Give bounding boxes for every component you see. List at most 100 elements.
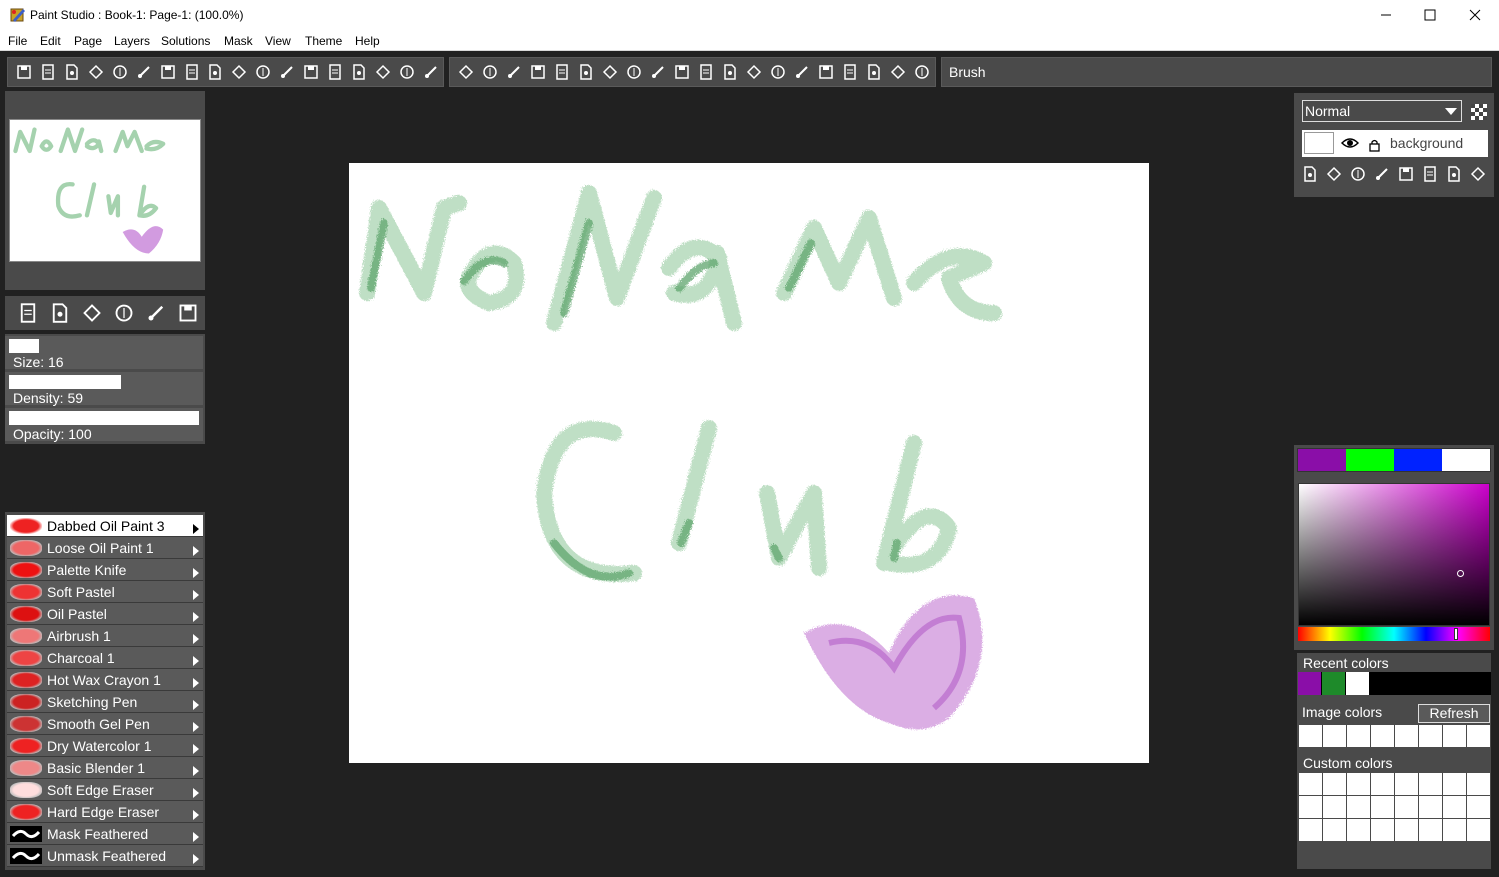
size-slider[interactable]: Size: 16 [5, 336, 203, 370]
rotate-icon[interactable] [910, 60, 934, 84]
navigator-preview[interactable] [9, 119, 201, 262]
magic-wand-icon[interactable] [790, 60, 814, 84]
custom-color-cell[interactable] [1443, 819, 1466, 841]
brush-item[interactable]: Dry Watercolor 1 [7, 735, 203, 757]
move-icon[interactable] [526, 60, 550, 84]
custom-color-cell[interactable] [1395, 773, 1418, 795]
add-layer-icon[interactable] [1298, 162, 1322, 186]
menu-view[interactable]: View [265, 34, 291, 48]
symmetry-icon[interactable] [718, 60, 742, 84]
pattern-icon[interactable] [694, 60, 718, 84]
image-color-cell[interactable] [1323, 725, 1346, 747]
duplicate-layer-icon[interactable] [1346, 162, 1370, 186]
custom-color-cell[interactable] [1419, 773, 1442, 795]
menu-page[interactable]: Page [74, 34, 102, 48]
canvas-size-icon[interactable] [108, 301, 140, 325]
brush-item[interactable]: Hard Edge Eraser [7, 801, 203, 823]
smudge-icon[interactable] [814, 60, 838, 84]
submenu-arrow-icon[interactable] [193, 677, 199, 688]
menu-mask[interactable]: Mask [224, 34, 253, 48]
zoom-in-icon[interactable] [371, 60, 395, 84]
close-button[interactable] [1452, 0, 1498, 30]
import-icon[interactable] [108, 60, 132, 84]
menu-solutions[interactable]: Solutions [161, 34, 210, 48]
color-swatch[interactable] [1442, 449, 1490, 471]
color-swatch[interactable] [1394, 449, 1442, 471]
custom-color-cell[interactable] [1371, 819, 1394, 841]
recent-color-swatch[interactable] [1298, 672, 1321, 695]
picker-cursor[interactable] [1457, 570, 1464, 577]
maximize-button[interactable] [1407, 0, 1453, 30]
fit-icon[interactable] [395, 60, 419, 84]
brush-item[interactable]: Palette Knife [7, 559, 203, 581]
hue-slider[interactable] [1298, 627, 1490, 641]
new-page-icon[interactable] [60, 60, 84, 84]
submenu-arrow-icon[interactable] [193, 633, 199, 644]
submenu-arrow-icon[interactable] [193, 567, 199, 578]
export-icon[interactable] [132, 60, 156, 84]
brush-item[interactable]: Mask Feathered [7, 823, 203, 845]
custom-color-cell[interactable] [1299, 796, 1322, 818]
redo-history-icon[interactable] [347, 60, 371, 84]
image-color-cell[interactable] [1299, 725, 1322, 747]
brush-item[interactable]: Soft Edge Eraser [7, 779, 203, 801]
opacity-slider[interactable]: Opacity: 100 [5, 408, 203, 442]
lasso-icon[interactable] [574, 60, 598, 84]
clone-icon[interactable] [838, 60, 862, 84]
image-color-cell[interactable] [1419, 725, 1442, 747]
ellipse-icon[interactable] [622, 60, 646, 84]
mirror-icon[interactable] [742, 60, 766, 84]
brush-item[interactable]: Dabbed Oil Paint 3 [7, 515, 203, 537]
undo-icon[interactable] [275, 60, 299, 84]
color-swatch[interactable] [1346, 449, 1394, 471]
submenu-arrow-icon[interactable] [193, 523, 199, 534]
menu-edit[interactable]: Edit [40, 34, 61, 48]
brush-item[interactable]: Loose Oil Paint 1 [7, 537, 203, 559]
custom-color-cell[interactable] [1323, 796, 1346, 818]
rectangle-icon[interactable] [598, 60, 622, 84]
recent-color-swatch[interactable] [1322, 672, 1345, 695]
custom-color-cell[interactable] [1323, 773, 1346, 795]
color-swatch[interactable] [1298, 449, 1346, 471]
submenu-arrow-icon[interactable] [193, 831, 199, 842]
brush-item[interactable]: Unmask Feathered [7, 845, 203, 867]
menu-help[interactable]: Help [355, 34, 380, 48]
kaleidoscope-icon[interactable] [766, 60, 790, 84]
flip-icon[interactable] [76, 301, 108, 325]
image-color-cell[interactable] [1395, 725, 1418, 747]
custom-color-cell[interactable] [1395, 819, 1418, 841]
paste-icon[interactable] [251, 60, 275, 84]
undo-history-icon[interactable] [323, 60, 347, 84]
fill-icon[interactable] [646, 60, 670, 84]
gradient-icon[interactable] [670, 60, 694, 84]
list-icon[interactable] [180, 60, 204, 84]
blend-mode-select[interactable]: Normal [1302, 100, 1462, 122]
open-icon[interactable] [84, 60, 108, 84]
stamp-icon[interactable] [862, 60, 886, 84]
zoom-out-icon[interactable] [419, 60, 443, 84]
refresh-button[interactable]: Refresh [1418, 704, 1490, 723]
save-as-icon[interactable] [36, 60, 60, 84]
drawing-canvas[interactable] [349, 163, 1149, 763]
line-icon[interactable] [550, 60, 574, 84]
custom-color-cell[interactable] [1347, 796, 1370, 818]
custom-color-cell[interactable] [1467, 796, 1490, 818]
eyedropper-icon[interactable] [478, 60, 502, 84]
lock-icon[interactable] [1369, 139, 1380, 152]
minimize-button[interactable] [1363, 0, 1409, 30]
menu-file[interactable]: File [8, 34, 27, 48]
paint-bucket-icon[interactable] [140, 301, 172, 325]
brush-settings-icon[interactable] [156, 60, 180, 84]
recent-color-swatch[interactable] [1346, 672, 1369, 695]
layer-row-background[interactable]: background [1302, 130, 1488, 157]
crop-icon[interactable] [502, 60, 526, 84]
brush-item[interactable]: Smooth Gel Pen [7, 713, 203, 735]
delete-layer-icon[interactable] [1370, 162, 1394, 186]
custom-color-cell[interactable] [1443, 773, 1466, 795]
image-color-cell[interactable] [1443, 725, 1466, 747]
custom-color-cell[interactable] [1347, 819, 1370, 841]
custom-color-cell[interactable] [1371, 796, 1394, 818]
submenu-arrow-icon[interactable] [193, 853, 199, 864]
custom-color-cell[interactable] [1419, 819, 1442, 841]
brush-item[interactable]: Oil Pastel [7, 603, 203, 625]
